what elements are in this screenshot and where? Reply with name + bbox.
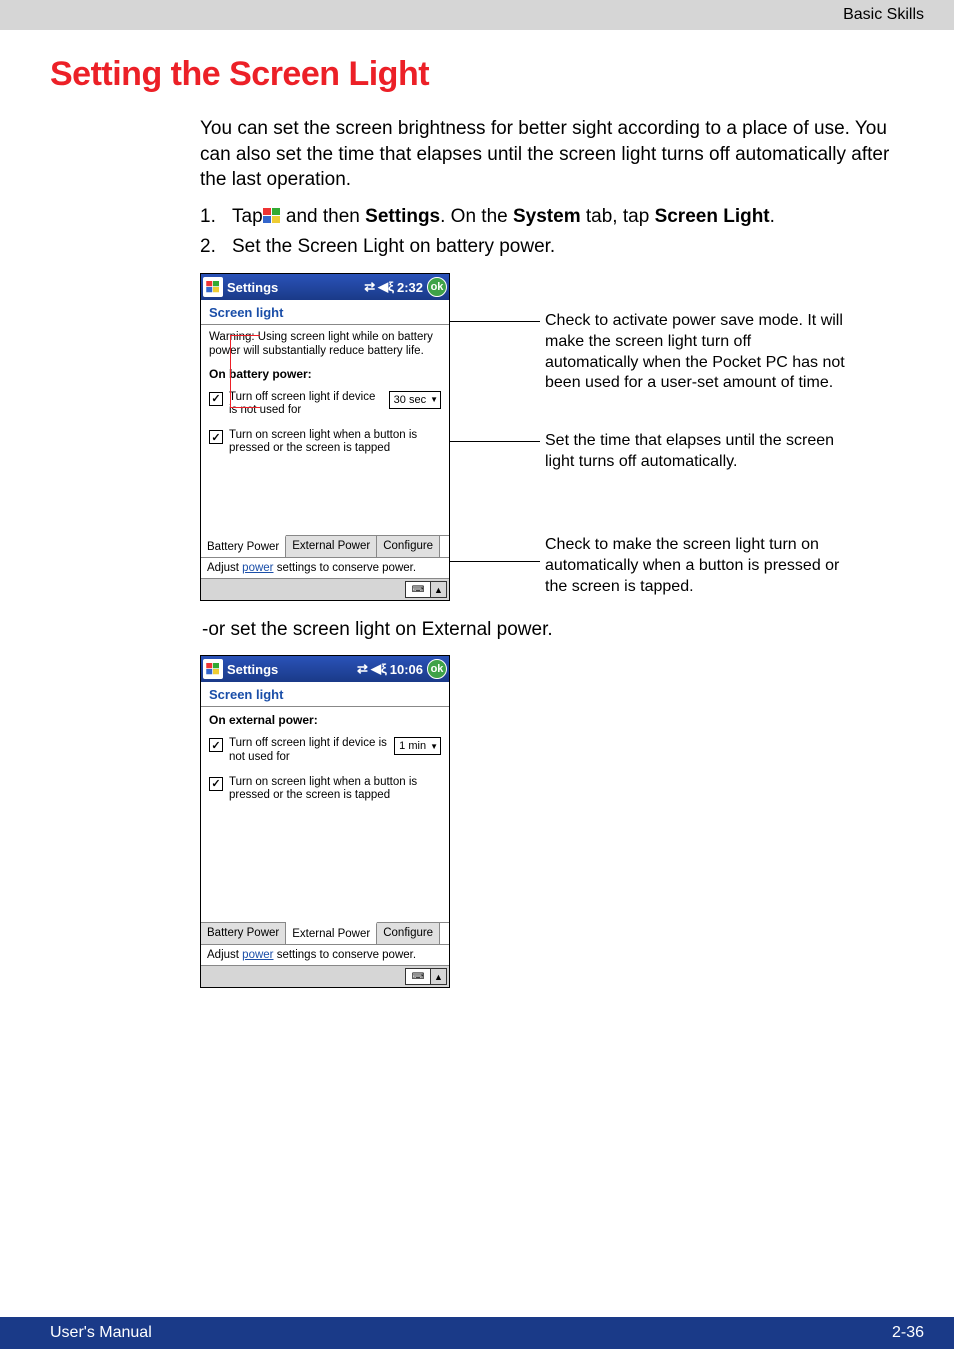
breadcrumb: Basic Skills — [843, 6, 924, 24]
clock-time: 10:06 — [390, 662, 423, 677]
checkbox-turnon[interactable]: ✓ — [209, 430, 223, 444]
panel-title: Screen light — [201, 300, 449, 325]
clock-time: 2:32 — [397, 280, 423, 295]
panel-title: Screen light — [201, 682, 449, 707]
step-1-text: Tap and then Settings. On the System tab… — [232, 203, 775, 231]
connectivity-icon: ⇄ — [357, 661, 368, 677]
status-icons: ⇄ ◀ξ 10:06 — [357, 661, 423, 677]
windows-flag-icon — [263, 208, 281, 224]
footer: User's Manual 2-36 — [0, 1317, 954, 1349]
sip-bar: ⌨ ▲ — [201, 965, 449, 987]
checkbox-turnon-label: Turn on screen light when a button is pr… — [229, 429, 441, 455]
annotation-2: Set the time that elapses until the scre… — [545, 431, 845, 473]
sip-bar: ⌨ ▲ — [201, 578, 449, 600]
device-screenshot-external: Settings ⇄ ◀ξ 10:06 ok Screen light On e… — [200, 655, 450, 988]
sip-up-icon[interactable]: ▲ — [431, 968, 447, 985]
power-link[interactable]: power — [242, 562, 273, 574]
timeout-dropdown[interactable]: 1 min ▼ — [394, 737, 441, 755]
checkbox-turnoff-label: Turn off screen light if device is not u… — [229, 391, 383, 417]
timeout-dropdown[interactable]: 30 sec ▼ — [389, 391, 441, 409]
intro-text: You can set the screen brightness for be… — [200, 116, 904, 193]
adjust-link-row: Adjust power settings to conserve power. — [201, 557, 449, 578]
callout-line — [450, 441, 540, 442]
callout-line — [450, 561, 540, 562]
device-screenshot-battery: Settings ⇄ ◀ξ 2:32 ok Screen light Warni… — [200, 273, 450, 601]
chevron-down-icon: ▼ — [430, 395, 438, 404]
keyboard-icon[interactable]: ⌨ — [405, 968, 431, 985]
status-icons: ⇄ ◀ξ 2:32 — [364, 279, 423, 295]
titlebar: Settings ⇄ ◀ξ 2:32 ok — [201, 274, 449, 300]
start-flag-icon[interactable] — [203, 277, 223, 297]
checkbox-turnon[interactable]: ✓ — [209, 777, 223, 791]
section-label: On external power: — [209, 713, 441, 727]
callout-line — [230, 335, 260, 336]
annotation-1: Check to activate power save mode. It wi… — [545, 311, 845, 394]
footer-left: User's Manual — [50, 1324, 152, 1342]
ok-button[interactable]: ok — [427, 659, 447, 679]
speaker-icon: ◀ξ — [371, 661, 387, 677]
footer-right: 2-36 — [892, 1324, 924, 1342]
window-title: Settings — [227, 280, 364, 295]
sip-up-icon[interactable]: ▲ — [431, 581, 447, 598]
callout-line — [230, 335, 231, 407]
tab-bar: Battery Power External Power Configure — [201, 535, 449, 557]
checkbox-turnoff[interactable]: ✓ — [209, 392, 223, 406]
step-2-text: Set the Screen Light on battery power. — [232, 233, 555, 261]
tab-external-power[interactable]: External Power — [286, 536, 377, 557]
tab-configure[interactable]: Configure — [377, 536, 440, 557]
tab-bar: Battery Power External Power Configure — [201, 922, 449, 944]
page-title: Setting the Screen Light — [50, 55, 904, 94]
checkbox-turnoff-label: Turn off screen light if device is not u… — [229, 737, 388, 763]
speaker-icon: ◀ξ — [378, 279, 394, 295]
checkbox-turnon-label: Turn on screen light when a button is pr… — [229, 776, 441, 802]
step-number: 2. — [200, 233, 222, 261]
callout-line — [230, 407, 260, 408]
callout-line — [450, 321, 540, 322]
start-flag-icon[interactable] — [203, 659, 223, 679]
annotation-3: Check to make the screen light turn on a… — [545, 535, 845, 597]
adjust-link-row: Adjust power settings to conserve power. — [201, 944, 449, 965]
window-title: Settings — [227, 662, 357, 677]
keyboard-icon[interactable]: ⌨ — [405, 581, 431, 598]
titlebar: Settings ⇄ ◀ξ 10:06 ok — [201, 656, 449, 682]
section-label: On battery power: — [209, 367, 441, 381]
tab-battery-power[interactable]: Battery Power — [201, 923, 286, 944]
tab-configure[interactable]: Configure — [377, 923, 440, 944]
checkbox-turnoff[interactable]: ✓ — [209, 738, 223, 752]
tab-battery-power[interactable]: Battery Power — [201, 535, 286, 557]
header-bar: Basic Skills — [0, 0, 954, 30]
tab-external-power[interactable]: External Power — [286, 922, 377, 944]
connectivity-icon: ⇄ — [364, 279, 375, 295]
between-text: -or set the screen light on External pow… — [202, 619, 904, 641]
ok-button[interactable]: ok — [427, 277, 447, 297]
step-number: 1. — [200, 203, 222, 231]
steps-list: 1. Tap and then Settings. On the System … — [200, 203, 904, 261]
power-link[interactable]: power — [242, 949, 273, 961]
chevron-down-icon: ▼ — [430, 742, 438, 751]
